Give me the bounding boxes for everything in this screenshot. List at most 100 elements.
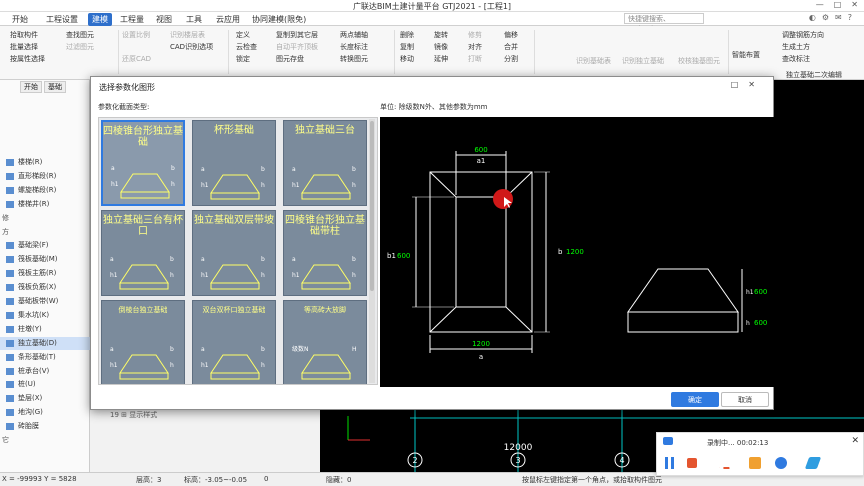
restore-cad-button[interactable]: 还原CAD (122, 54, 151, 64)
tree-section-label[interactable]: 它 (0, 434, 90, 447)
ok-button[interactable]: 确定 (671, 392, 719, 407)
menu-start[interactable]: 开始 (8, 13, 32, 26)
move-button[interactable]: 移动 (400, 54, 414, 64)
menu-modeling[interactable]: 建模 (88, 13, 112, 26)
set-ratio-button[interactable]: 设置比例 (122, 30, 150, 40)
menu-quantity[interactable]: 工程量 (116, 13, 148, 26)
check-label-button[interactable]: 查改标注 (782, 54, 810, 64)
shape-name: 杯形基础 (214, 125, 254, 136)
tree-item[interactable]: 筏板负筋(X) (0, 281, 90, 294)
attr-select-button[interactable]: 按属性选择 (10, 54, 45, 64)
close-icon[interactable]: ✕ (851, 0, 858, 9)
tab-start[interactable]: 开始 (20, 81, 42, 93)
tree-item[interactable]: 楼梯(R) (0, 156, 90, 169)
shape-thumbnail[interactable]: 独立基础三台 a b h1 h (283, 120, 367, 206)
auto-level-button[interactable]: 自动平齐顶板 (276, 42, 318, 52)
menu-cloud[interactable]: 云应用 (212, 13, 244, 26)
batch-select-button[interactable]: 批量选择 (10, 42, 38, 52)
define-button[interactable]: 定义 (236, 30, 250, 40)
copy-to-floor-button[interactable]: 复制到其它层 (276, 30, 318, 40)
cloud-check-button[interactable]: 云检查 (236, 42, 257, 52)
filter-button[interactable]: 过滤图元 (66, 42, 94, 52)
shape-thumbnail[interactable]: 独立基础双层带坡 a b h1 h (192, 210, 276, 296)
tree-item[interactable]: 筏板主筋(R) (0, 267, 90, 280)
line-tool-icon[interactable] (719, 457, 731, 469)
tree-item[interactable]: 独立基础(D) (0, 336, 90, 350)
offset-button[interactable]: 偏移 (504, 30, 518, 40)
gallery-scrollbar[interactable] (369, 119, 375, 383)
close-icon[interactable]: ✕ (851, 436, 859, 446)
align-button[interactable]: 对齐 (468, 42, 482, 52)
display-style-row[interactable]: 19 ⊞ 显示样式 (110, 410, 157, 420)
split-button[interactable]: 分割 (504, 54, 518, 64)
tree-item-label: 集水坑(K) (18, 310, 50, 319)
tree-item[interactable]: 地沟(G) (0, 406, 90, 419)
component-icon (6, 159, 14, 166)
check-found-button[interactable]: 校核独基图元 (678, 56, 720, 66)
close-icon[interactable]: ✕ (748, 80, 765, 89)
length-mark-button[interactable]: 长度标注 (340, 42, 368, 52)
toolbar-icons[interactable]: ◐⚙✉? (809, 13, 858, 22)
gallery-scroll-thumb[interactable] (370, 121, 374, 291)
tree-item[interactable]: 桩承台(V) (0, 365, 90, 378)
delete-button[interactable]: 删除 (400, 30, 414, 40)
extend-button[interactable]: 延伸 (434, 54, 448, 64)
shape-thumbnail[interactable]: 杯形基础 a b h1 h (192, 120, 276, 206)
pause-icon[interactable] (665, 457, 675, 469)
pick-button[interactable]: 拾取构件 (10, 30, 38, 40)
shape-thumbnail[interactable]: 四棱锥台形独立基础带柱 a b h1 h (283, 210, 367, 296)
cad-options-button[interactable]: CAD识别选项 (170, 42, 213, 52)
shortcut-search-input[interactable]: 快捷键搜索、Ctrl+Alt+E (624, 13, 704, 33)
merge-button[interactable]: 合并 (504, 42, 518, 52)
mirror-button[interactable]: 镜像 (434, 42, 448, 52)
rec-found-button[interactable]: 识别独立基础 (622, 56, 664, 66)
tree-item[interactable]: 条形基础(T) (0, 351, 90, 364)
tree-item[interactable]: 筏板基础(M) (0, 253, 90, 266)
cancel-button[interactable]: 取消 (721, 392, 769, 407)
tree-item[interactable]: 基础板带(W) (0, 295, 90, 308)
tree-item[interactable]: 桩(U) (0, 378, 90, 391)
tree-item[interactable]: 楼梯井(R) (0, 198, 90, 211)
minimize-icon[interactable]: — (816, 0, 824, 9)
convert-button[interactable]: 转换图元 (340, 54, 368, 64)
shape-thumbnail[interactable]: 独立基础三台有杯口 a b h1 h (101, 210, 185, 296)
menu-collab[interactable]: 协同建模(限免) (248, 13, 310, 26)
trim-button[interactable]: 修剪 (468, 30, 482, 40)
tree-item[interactable]: 直形梯段(R) (0, 170, 90, 183)
gen-earth-button[interactable]: 生成土方 (782, 42, 810, 52)
tree-item[interactable]: 基础梁(F) (0, 239, 90, 252)
shape-thumbnail[interactable]: 双台双杯口独立基础 a b h1 h (192, 300, 276, 384)
rec-floor-table-button[interactable]: 识别楼层表 (170, 30, 205, 40)
menu-project-settings[interactable]: 工程设置 (42, 13, 82, 26)
break-button[interactable]: 打断 (468, 54, 482, 64)
tree-item[interactable]: 集水坑(K) (0, 309, 90, 322)
maximize-icon[interactable]: □ (731, 80, 749, 89)
smart-layout-button[interactable]: 智能布置 (732, 50, 760, 60)
tree-item[interactable]: 砖胎膜 (0, 420, 90, 433)
two-point-axis-button[interactable]: 两点辅轴 (340, 30, 368, 40)
lock-button[interactable]: 锁定 (236, 54, 250, 64)
find-button[interactable]: 查找图元 (66, 30, 94, 40)
stop-icon[interactable] (687, 458, 697, 468)
pen-tool-icon[interactable] (804, 457, 822, 469)
tree-item[interactable]: 螺旋梯段(R) (0, 184, 90, 197)
menu-view[interactable]: 视图 (152, 13, 176, 26)
menu-tools[interactable]: 工具 (182, 13, 206, 26)
tree-item[interactable]: 垫层(X) (0, 392, 90, 405)
rec-found-table-button[interactable]: 识别基础表 (576, 56, 611, 66)
dimension-label: a (201, 346, 205, 353)
tab-foundation[interactable]: 基础 (44, 81, 66, 93)
annotation-tool-icon[interactable] (775, 457, 787, 469)
tree-section-label[interactable]: 方 (0, 226, 90, 239)
shape-thumbnail[interactable]: 等高砖大放脚 级数N H (283, 300, 367, 384)
rotate-button[interactable]: 旋转 (434, 30, 448, 40)
tree-item[interactable]: 柱墩(Y) (0, 323, 90, 336)
shape-thumbnail[interactable]: 倒棱台独立基础 a b h1 h (101, 300, 185, 384)
copy-button[interactable]: 复制 (400, 42, 414, 52)
adjust-rebar-dir-button[interactable]: 调整钢筋方向 (782, 30, 824, 40)
element-store-button[interactable]: 图元存盘 (276, 54, 304, 64)
maximize-icon[interactable]: □ (834, 0, 842, 9)
tree-section-label[interactable]: 修 (0, 212, 90, 225)
shape-tool-icon[interactable] (749, 457, 761, 469)
shape-thumbnail[interactable]: 四棱锥台形独立基础 a b h1 h (101, 120, 185, 206)
